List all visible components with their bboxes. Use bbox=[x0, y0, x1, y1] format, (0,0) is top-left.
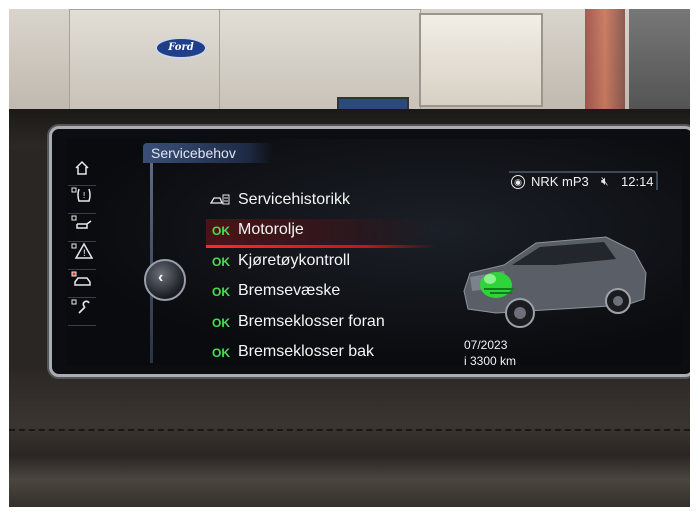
item-label: Bremseklosser bak bbox=[238, 343, 375, 360]
item-label: Kjøretøykontroll bbox=[238, 252, 351, 269]
car-service-icon[interactable] bbox=[68, 269, 96, 298]
list-item-motorolje[interactable]: OK Motorolje bbox=[206, 217, 496, 248]
service-history-icon bbox=[210, 194, 230, 205]
list-item-bremseklosser-bak[interactable]: OK Bremseklosser bak bbox=[206, 339, 496, 365]
list-item-bremsevaeske[interactable]: OK Bremsevæske bbox=[206, 278, 496, 308]
idrive-screen: ! ! Servicebehov ‹ Servicehistorikk OK M… bbox=[66, 139, 682, 365]
ford-logo: Ford bbox=[155, 37, 207, 59]
clock: 12:14 bbox=[621, 174, 654, 189]
item-label: Bremsevæske bbox=[238, 282, 341, 299]
wrench-icon[interactable] bbox=[68, 297, 96, 326]
photo-frame: Ford ! ! Servicebehov ‹ Servicehistorikk… bbox=[9, 9, 690, 507]
list-item-kjoretoykontroll[interactable]: OK Kjøretøykontroll bbox=[206, 248, 496, 278]
status-badge: OK bbox=[212, 224, 230, 238]
item-label: Motorolje bbox=[238, 221, 304, 238]
page-title: Servicebehov bbox=[151, 145, 236, 161]
window bbox=[419, 13, 543, 107]
cabinet-left bbox=[69, 9, 221, 111]
due-distance: i 3300 km bbox=[464, 354, 517, 365]
status-badge: OK bbox=[212, 255, 230, 269]
service-due-info: 07/2023 i 3300 km bbox=[464, 337, 516, 365]
item-label: Servicehistorikk bbox=[238, 191, 351, 208]
status-bar: ◉ NRK mP3 🔇︎ 12:14 bbox=[509, 171, 669, 193]
item-label: Bremseklosser foran bbox=[238, 313, 385, 330]
status-badge: OK bbox=[212, 346, 230, 360]
cabinet-right bbox=[219, 9, 421, 111]
status-badge: OK bbox=[212, 285, 230, 299]
tire-pressure-icon[interactable]: ! bbox=[68, 185, 96, 214]
vehicle-illustration bbox=[463, 236, 647, 328]
list-item-servicehistorikk[interactable]: Servicehistorikk bbox=[206, 187, 496, 217]
home-icon[interactable] bbox=[68, 157, 96, 186]
status-badge: OK bbox=[212, 316, 230, 330]
oil-icon[interactable] bbox=[68, 213, 96, 242]
back-button[interactable]: ‹ bbox=[144, 259, 186, 301]
svg-text:!: ! bbox=[83, 191, 86, 200]
warning-icon[interactable]: ! bbox=[68, 241, 96, 270]
radio-station: NRK mP3 bbox=[531, 174, 589, 189]
mute-icon: 🔇︎ bbox=[601, 174, 609, 188]
due-date: 07/2023 bbox=[464, 338, 508, 352]
dashboard-lower bbox=[9, 371, 690, 507]
chevron-left-icon: ‹ bbox=[158, 269, 164, 286]
dashboard-stitching bbox=[9, 429, 690, 433]
side-menu: ! ! bbox=[66, 139, 98, 365]
list-item-bremseklosser-foran[interactable]: OK Bremseklosser foran bbox=[206, 309, 496, 339]
radio-icon: ◉ bbox=[511, 175, 525, 189]
svg-text:!: ! bbox=[83, 249, 87, 259]
panel-title-bar: Servicebehov bbox=[143, 143, 443, 163]
